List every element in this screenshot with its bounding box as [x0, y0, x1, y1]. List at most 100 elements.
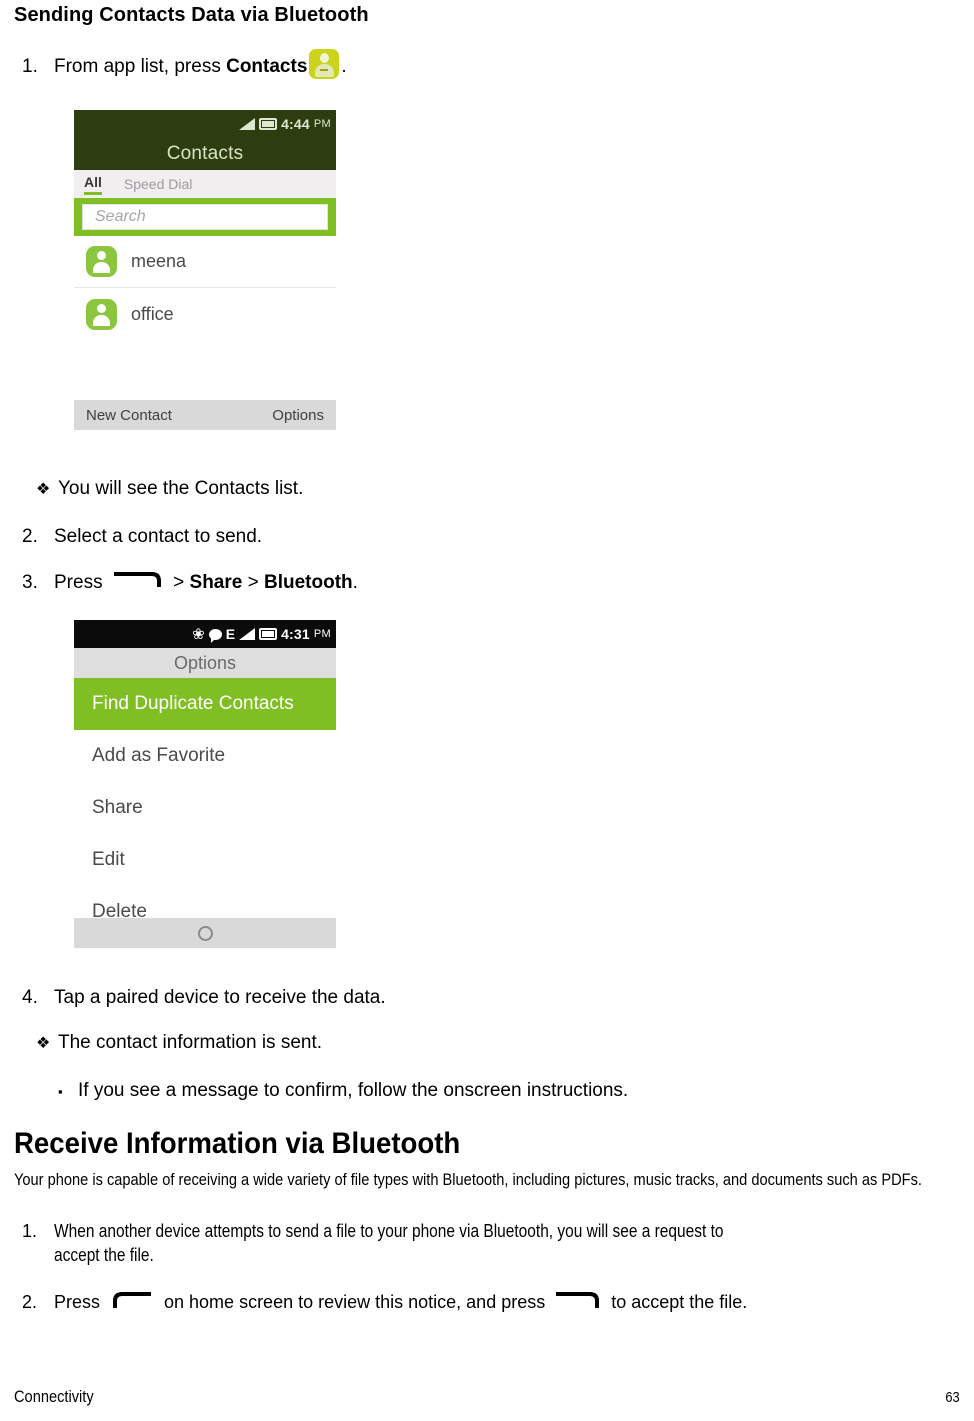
step-text: Select a contact to send. — [54, 526, 263, 547]
note-text: If you see a message to confirm, follow … — [78, 1080, 629, 1101]
tab-bar: All Speed Dial — [74, 170, 336, 198]
status-bar: ❀ E 4:31 PM — [74, 620, 336, 648]
step-number: 1. — [22, 1221, 38, 1241]
send-step-2: 2. Select a contact to send. — [14, 524, 614, 550]
step-number: 2. — [22, 1292, 38, 1312]
step-line-1: When another device attempts to send a f… — [54, 1221, 724, 1241]
options-button[interactable]: Options — [272, 407, 324, 424]
menu-item-add-as-favorite[interactable]: Add as Favorite — [74, 730, 336, 782]
avatar-body-shape — [93, 262, 110, 273]
note-text: You will see the Contacts list. — [58, 478, 304, 499]
step-text-before: Press — [54, 1292, 106, 1312]
send-note-3: ▪ If you see a message to confirm, follo… — [14, 1078, 814, 1105]
status-time: 4:31 — [281, 626, 310, 642]
tab-all[interactable]: All — [84, 174, 102, 195]
contacts-app-screenshot: 4:44 PM Contacts All Speed Dial Search m… — [74, 110, 336, 458]
person-head-shape — [319, 53, 329, 63]
bluetooth-icon: ❀ — [192, 625, 205, 643]
new-contact-button[interactable]: New Contact — [86, 407, 172, 424]
status-time: 4:44 — [281, 116, 310, 132]
receive-intro-paragraph: Your phone is capable of receiving a wid… — [14, 1168, 962, 1191]
send-note-2: ❖ The contact information is sent. — [14, 1030, 714, 1057]
intro-text: Your phone is capable of receiving a wid… — [14, 1170, 922, 1189]
share-keyword: Share — [189, 572, 243, 593]
page-footer: Connectivity 63 — [14, 1387, 960, 1407]
step-text-before: Press — [54, 572, 108, 593]
step-text-after: to accept the file. — [606, 1292, 748, 1312]
home-circle-key-icon[interactable] — [197, 925, 213, 941]
right-softkey-icon — [112, 568, 164, 598]
options-menu-screenshot: ❀ E 4:31 PM Options Find Duplicate Conta… — [74, 620, 336, 965]
receive-step-2: 2. Press on home screen to review this n… — [14, 1288, 974, 1316]
send-step-4: 4. Tap a paired device to receive the da… — [14, 985, 714, 1011]
diamond-bullet-icon: ❖ — [36, 481, 51, 498]
menu-item-delete-clipped[interactable]: Delete — [74, 886, 336, 918]
search-input[interactable]: Search — [82, 204, 328, 230]
status-ampm: PM — [313, 628, 331, 640]
message-bubble-icon — [208, 628, 222, 643]
step-line-2: accept the file. — [54, 1245, 154, 1265]
left-softkey-icon — [109, 1288, 155, 1316]
menu-item-delete[interactable]: Delete — [74, 886, 336, 918]
step-number: 1. — [22, 56, 38, 77]
person-avatar-icon — [86, 246, 117, 277]
send-note-1: ❖ You will see the Contacts list. — [14, 476, 614, 503]
step-separator-1: > — [167, 572, 190, 593]
bluetooth-keyword: Bluetooth — [263, 572, 353, 593]
step-text: From app list, press Contacts. — [54, 49, 960, 80]
menu-item-label: Edit — [92, 849, 125, 870]
menu-item-edit[interactable]: Edit — [74, 834, 336, 886]
section-title-receive: Receive Information via Bluetooth — [14, 1127, 461, 1160]
note-text: The contact information is sent. — [58, 1032, 323, 1053]
avatar-head-shape — [97, 251, 106, 260]
step-number: 2. — [22, 526, 38, 547]
avatar-head-shape — [97, 303, 106, 313]
options-title-bar: Options — [74, 648, 336, 678]
step-text-before: From app list, press — [54, 56, 227, 77]
status-bar: 4:44 PM — [74, 110, 336, 138]
contacts-app-icon — [309, 49, 340, 79]
signal-bars-icon — [239, 118, 256, 130]
menu-item-find-duplicate-contacts[interactable]: Find Duplicate Contacts — [74, 678, 336, 730]
bottom-action-bar: New Contact Options — [74, 400, 336, 430]
send-step-3: 3. Press > Share > Bluetooth. — [14, 568, 714, 598]
person-avatar-icon — [86, 298, 117, 330]
contact-name: meena — [131, 251, 187, 271]
menu-item-label: Find Duplicate Contacts — [92, 693, 294, 714]
step-text-after: . — [341, 56, 347, 77]
menu-item-label: Add as Favorite — [92, 745, 226, 766]
tab-speed-dial[interactable]: Speed Dial — [124, 176, 193, 192]
network-type-label: E — [225, 626, 236, 642]
status-ampm: PM — [313, 118, 331, 130]
step-text-middle: on home screen to review this notice, an… — [159, 1292, 551, 1312]
step-number: 4. — [22, 987, 38, 1008]
footer-page-number: 63 — [945, 1389, 960, 1406]
empty-list-area — [74, 340, 336, 400]
step-number: 3. — [22, 572, 38, 593]
menu-item-label: Delete — [92, 901, 147, 918]
right-softkey-icon — [554, 1288, 602, 1316]
card-slot-shape — [320, 69, 329, 71]
step-text: When another device attempts to send a f… — [54, 1219, 974, 1267]
menu-item-share[interactable]: Share — [74, 782, 336, 834]
step-text: Press > Share > Bluetooth. — [54, 568, 714, 598]
send-step-1: 1. From app list, press Contacts. — [14, 49, 960, 80]
menu-item-label: Share — [92, 797, 143, 818]
receive-step-1: 1. When another device attempts to send … — [14, 1219, 974, 1267]
document-page: Sending Contacts Data via Bluetooth 1. F… — [0, 0, 974, 1421]
battery-icon — [259, 118, 278, 130]
contact-list-item[interactable]: office — [74, 288, 336, 340]
square-bullet-icon: ▪ — [58, 1084, 63, 1099]
options-title: Options — [173, 652, 237, 673]
step-text: Tap a paired device to receive the data. — [54, 987, 386, 1008]
battery-icon — [259, 628, 278, 640]
step-text: Press on home screen to review this noti… — [54, 1288, 974, 1316]
signal-bars-icon — [239, 628, 256, 640]
contact-list-item[interactable]: meena — [74, 236, 336, 288]
contacts-keyword: Contacts — [226, 56, 308, 77]
search-bar-container: Search — [74, 198, 336, 236]
contact-name: office — [131, 303, 174, 324]
step-text-after: . — [352, 572, 358, 593]
diamond-bullet-icon: ❖ — [36, 1035, 51, 1052]
step-separator-2: > — [242, 572, 264, 593]
